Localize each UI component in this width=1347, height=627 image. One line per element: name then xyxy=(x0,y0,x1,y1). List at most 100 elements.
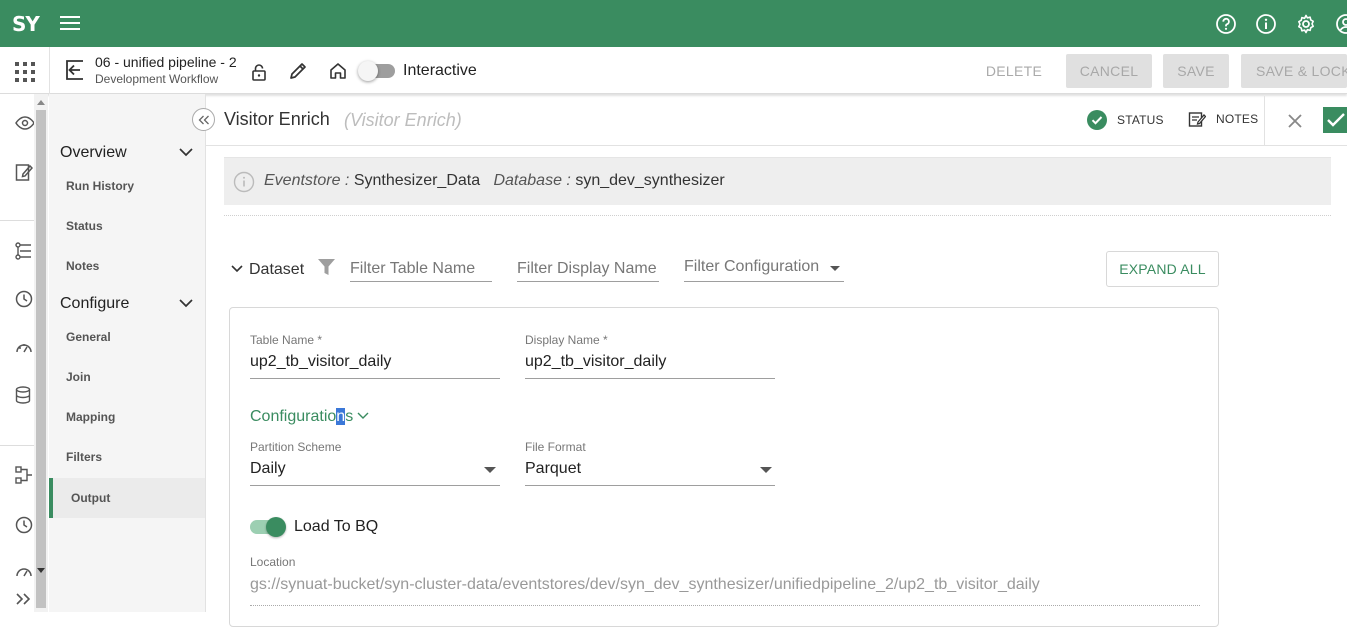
configurations-text-start: Configuratio xyxy=(250,408,337,425)
database-value: syn_dev_synthesizer xyxy=(575,172,725,189)
monitor-gauge-icon[interactable] xyxy=(15,564,33,578)
chevron-down-icon[interactable] xyxy=(179,148,193,157)
filter-table-name-input[interactable] xyxy=(350,256,492,282)
filter-configuration-placeholder: Filter Configuration xyxy=(684,258,820,275)
status-label: STATUS xyxy=(1117,113,1164,127)
configurations-chevron-icon[interactable] xyxy=(357,412,369,420)
lock-icon[interactable] xyxy=(251,63,267,81)
header-divider-line xyxy=(206,145,1347,146)
eventstore-key: Eventstore : xyxy=(264,172,350,189)
partition-scheme-select[interactable]: Daily xyxy=(250,456,500,486)
partition-scheme-label: Partition Scheme xyxy=(250,440,342,454)
section-subtitle: (Visitor Enrich) xyxy=(344,110,462,130)
configurations-toggle[interactable]: Configurations xyxy=(250,408,353,426)
save-button[interactable]: SAVE xyxy=(1163,54,1229,88)
delete-button[interactable]: DELETE xyxy=(978,55,1050,87)
database-key: Database : xyxy=(493,172,571,189)
switch-knob xyxy=(266,517,286,537)
menu-item-filters[interactable]: Filters xyxy=(66,450,102,464)
double-chevron-left-icon xyxy=(198,115,209,124)
menu-item-join[interactable]: Join xyxy=(66,370,91,384)
info-icon[interactable] xyxy=(1255,13,1277,35)
left-icon-rail xyxy=(0,94,35,612)
schedule-clock-icon[interactable] xyxy=(15,516,33,534)
menu-item-output[interactable]: Output xyxy=(49,478,205,518)
menu-item-run-history[interactable]: Run History xyxy=(66,179,134,193)
notes-label: NOTES xyxy=(1216,112,1259,126)
filter-configuration-select[interactable]: Filter Configuration xyxy=(684,256,844,282)
edit-pencil-icon[interactable] xyxy=(288,61,308,81)
file-format-label: File Format xyxy=(525,440,586,454)
dataset-chevron-icon[interactable] xyxy=(231,265,243,273)
dropdown-caret-icon xyxy=(830,266,840,271)
menu-item-status[interactable]: Status xyxy=(66,219,103,233)
dashboard-gauge-icon[interactable] xyxy=(15,340,33,354)
settings-icon[interactable] xyxy=(1295,13,1317,35)
menu-item-general[interactable]: General xyxy=(66,330,111,344)
toggle-knob xyxy=(358,61,378,81)
dataset-label[interactable]: Dataset xyxy=(249,261,304,279)
apps-grid-icon[interactable] xyxy=(15,62,35,82)
partition-dropdown-caret-icon[interactable] xyxy=(484,467,496,473)
chevron-down-icon[interactable] xyxy=(179,299,193,308)
rail-scrollbar[interactable] xyxy=(34,94,48,612)
help-icon[interactable] xyxy=(1215,13,1237,35)
menu-overview-heading[interactable]: Overview xyxy=(60,144,127,162)
text-selection: n xyxy=(336,408,346,425)
filter-display-name-input[interactable] xyxy=(517,256,659,282)
expand-rail-icon[interactable] xyxy=(15,592,33,606)
status-check-icon xyxy=(1087,110,1107,130)
menu-configure-heading[interactable]: Configure xyxy=(60,295,129,313)
database-icon[interactable] xyxy=(15,386,31,404)
section-title: Visitor Enrich xyxy=(224,109,330,129)
back-icon[interactable] xyxy=(64,59,86,81)
menu-item-mapping[interactable]: Mapping xyxy=(66,410,115,424)
load-to-bq-label: Load To BQ xyxy=(294,518,379,535)
pipeline-title: 06 - unified pipeline - 2 xyxy=(95,54,237,70)
app-logo[interactable]: SY xyxy=(12,12,40,36)
edit-note-icon[interactable] xyxy=(15,162,33,182)
notes-button[interactable]: NOTES xyxy=(1188,110,1258,128)
rail-divider xyxy=(0,445,34,446)
scroll-up-arrow-icon[interactable] xyxy=(37,99,45,105)
status-button[interactable]: STATUS xyxy=(1087,110,1164,130)
pipeline-flow-icon[interactable] xyxy=(15,242,33,260)
interactive-toggle[interactable] xyxy=(358,61,395,81)
cancel-button[interactable]: CANCEL xyxy=(1066,54,1152,88)
file-format-select[interactable]: Parquet xyxy=(525,456,775,486)
scroll-down-arrow-icon[interactable] xyxy=(37,568,45,574)
close-icon[interactable] xyxy=(1287,113,1303,129)
display-name-label: Display Name * xyxy=(525,333,608,347)
apply-check-button[interactable] xyxy=(1323,107,1347,133)
menu-item-notes[interactable]: Notes xyxy=(66,259,99,273)
pipeline-toolbar: 06 - unified pipeline - 2 Development Wo… xyxy=(0,47,1347,94)
location-field: gs://synuat-bucket/syn-cluster-data/even… xyxy=(250,576,1200,606)
history-clock-icon[interactable] xyxy=(15,290,33,308)
scrollbar-thumb[interactable] xyxy=(36,110,46,608)
filter-funnel-icon xyxy=(318,259,335,275)
workflow-icon[interactable] xyxy=(15,466,33,484)
load-to-bq-switch[interactable] xyxy=(250,517,286,537)
section-menu: Overview Run History Status Notes Config… xyxy=(49,94,206,612)
rail-divider xyxy=(0,220,34,221)
menu-icon[interactable] xyxy=(60,14,80,32)
table-name-input[interactable]: up2_tb_visitor_daily xyxy=(250,349,500,379)
location-label: Location xyxy=(250,555,296,569)
configurations-text-end: s xyxy=(345,408,354,425)
toolbar-divider xyxy=(49,47,50,94)
info-circle-icon xyxy=(233,171,255,193)
user-icon[interactable] xyxy=(1335,13,1347,35)
view-eye-icon[interactable] xyxy=(15,116,35,130)
home-icon[interactable] xyxy=(329,62,347,80)
header-divider xyxy=(1264,96,1265,146)
format-dropdown-caret-icon[interactable] xyxy=(760,467,772,473)
table-name-label: Table Name * xyxy=(250,333,323,347)
display-name-input[interactable]: up2_tb_visitor_daily xyxy=(525,349,775,379)
expand-all-button[interactable]: EXPAND ALL xyxy=(1106,251,1219,287)
check-icon xyxy=(1327,113,1345,127)
collapse-menu-button[interactable] xyxy=(192,108,215,131)
notes-icon xyxy=(1188,112,1206,127)
pipeline-subtitle: Development Workflow xyxy=(95,72,219,86)
save-and-lock-button[interactable]: SAVE & LOCK xyxy=(1241,54,1347,88)
menu-item-output-label: Output xyxy=(71,491,111,505)
